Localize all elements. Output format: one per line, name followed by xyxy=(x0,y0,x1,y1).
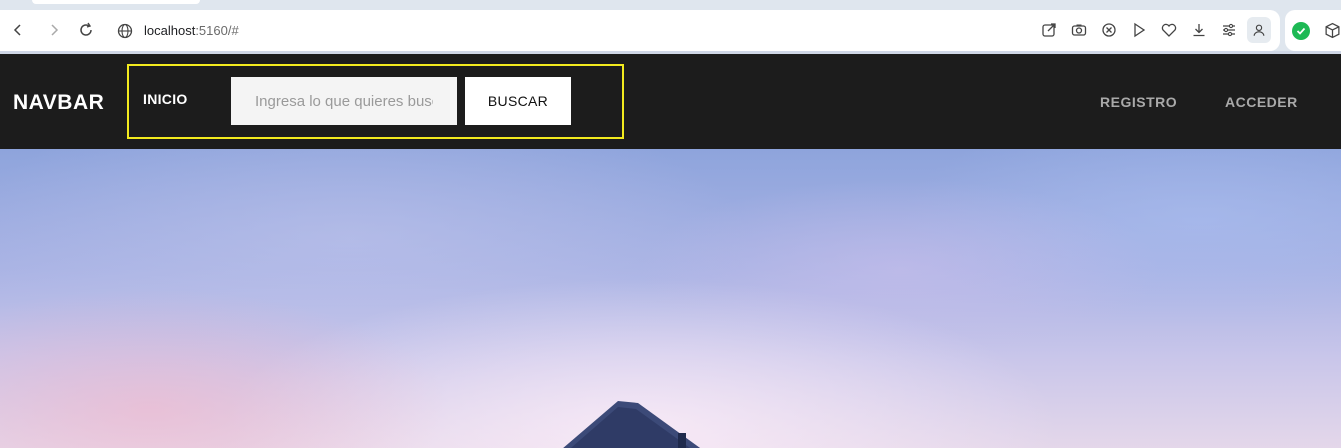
heart-icon[interactable] xyxy=(1157,18,1181,42)
url-path: :5160/# xyxy=(195,23,239,38)
site-info-icon[interactable] xyxy=(116,22,134,40)
extension-check-icon[interactable] xyxy=(1292,22,1310,40)
nav-link-registro[interactable]: REGISTRO xyxy=(1100,94,1177,110)
search-input[interactable] xyxy=(231,77,457,125)
forward-icon[interactable] xyxy=(42,18,66,42)
navbar-brand[interactable]: NAVBAR xyxy=(13,91,104,115)
reload-icon[interactable] xyxy=(74,18,98,42)
nav-link-inicio[interactable]: INICIO xyxy=(143,91,188,107)
download-icon[interactable] xyxy=(1187,18,1211,42)
tab-strip xyxy=(0,0,1341,10)
search-button[interactable]: BUSCAR xyxy=(465,77,571,125)
extension-box-icon[interactable] xyxy=(1324,22,1341,39)
house-roof-image xyxy=(563,401,701,448)
profile-icon[interactable] xyxy=(1247,17,1271,43)
url-host: localhost xyxy=(144,23,196,38)
menu-lines-icon[interactable] xyxy=(1217,18,1241,42)
share-icon[interactable] xyxy=(1037,18,1061,42)
nav-link-acceder[interactable]: ACCEDER xyxy=(1225,94,1298,110)
active-tab[interactable] xyxy=(32,0,200,4)
camera-icon[interactable] xyxy=(1067,18,1091,42)
hero-image xyxy=(0,149,1341,448)
page-content: NAVBAR INICIO BUSCAR REGISTRO ACCEDER xyxy=(0,51,1341,448)
shield-icon[interactable] xyxy=(1097,18,1121,42)
play-icon[interactable] xyxy=(1127,18,1151,42)
navbar: NAVBAR INICIO BUSCAR REGISTRO ACCEDER xyxy=(0,54,1341,149)
back-icon[interactable] xyxy=(6,18,30,42)
toolbar-main: localhost:5160/# xyxy=(0,10,1280,51)
url-bar[interactable]: localhost:5160/# xyxy=(144,22,239,39)
browser-toolbar: localhost:5160/# xyxy=(0,10,1341,51)
